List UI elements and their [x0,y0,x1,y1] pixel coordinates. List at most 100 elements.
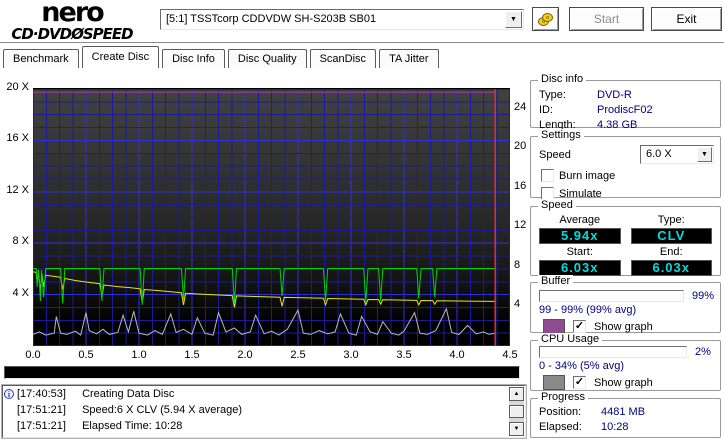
buffer-range: 99 - 99% (99% avg) [531,302,720,316]
start-button[interactable]: Start [569,7,644,31]
write-progress-fill [5,367,519,378]
burn-image-checkbox[interactable] [541,169,554,182]
topbar-divider [0,42,724,44]
buffer-percent: 99% [692,290,714,302]
elapsed-label: Elapsed: [539,421,601,433]
log-time: [17:40:53] [17,386,71,402]
log-text: Elapsed Time: 10:28 [82,420,182,432]
tab-disc-info[interactable]: Disc Info [162,49,225,68]
disc-info-title: Disc info [538,73,586,85]
speed-start-value: 6.03x [539,260,621,276]
series-write-speed [33,269,495,305]
y-axis-left-label: 8 X [0,235,29,247]
tab-create-disc[interactable]: Create Disc [82,46,159,68]
nero-cd-dvd-speed-window: nero CD·DVDØSPEED [5:1] TSSTcorp CDDVDW … [0,0,724,441]
cpu-range: 0 - 34% (5% avg) [531,358,720,372]
settings-group: Settings Speed 6.0 X ▼ Burn image Simula… [530,136,721,198]
buffer-title: Buffer [538,275,573,287]
settings-title: Settings [538,129,584,141]
speed-type-value: CLV [631,228,713,244]
y-axis-left-label: 4 X [0,287,29,299]
cpu-bar [539,346,687,358]
log-time: [17:51:21] [17,418,71,434]
nero-logo: nero CD·DVDØSPEED [2,1,142,43]
series-cpu-usage [33,309,495,335]
log-time: [17:51:21] [17,402,71,418]
speed-end-label: End: [631,246,713,258]
disc-options-button[interactable] [532,7,559,31]
tab-scandisc[interactable]: ScanDisc [310,49,376,68]
elapsed-value: 10:28 [601,421,720,433]
disc-id-label: ID: [539,104,597,116]
cpu-show-graph-label: Show graph [594,377,653,389]
drive-select-combo[interactable]: [5:1] TSSTcorp CDDVDW SH-S203B SB01 ▼ [160,9,524,30]
exit-button[interactable]: Exit [651,7,722,31]
buffer-show-graph-checkbox[interactable]: ✓ [573,320,586,333]
x-axis-label: 2.0 [233,349,257,361]
y-axis-left-label: 20 X [0,81,29,93]
info-icon: i [4,389,14,399]
position-label: Position: [539,406,601,418]
tab-ta-jitter[interactable]: TA Jitter [379,49,439,68]
x-axis-label: 1.0 [127,349,151,361]
cpu-percent: 2% [695,346,711,358]
speed-average-label: Average [539,214,621,226]
progress-title: Progress [538,391,588,403]
drive-select-value: [5:1] TSSTcorp CDDVDW SH-S203B SB01 [166,13,496,25]
cpu-show-graph-checkbox[interactable]: ✓ [573,376,586,389]
speed-select-combo[interactable]: 6.0 X ▼ [640,145,714,164]
cpu-color-swatch[interactable] [543,375,565,390]
log-line: i [17:40:53] Creating Data Disc [3,386,525,402]
scroll-down-icon[interactable]: ▼ [509,422,524,436]
disc-glyph: Ø [71,25,83,43]
x-axis-label: 1.5 [180,349,204,361]
write-progress-bar [4,366,520,379]
y-axis-left-label: 16 X [0,132,29,144]
simulate-label: Simulate [559,188,602,200]
speed-type-label: Type: [631,214,713,226]
x-axis-label: 0.5 [74,349,98,361]
disc-type-label: Type: [539,89,597,101]
speed-average-value: 5.94x [539,228,621,244]
position-value: 4481 MB [601,406,720,418]
scroll-up-icon[interactable]: ▲ [509,387,524,401]
tab-benchmark[interactable]: Benchmark [3,49,79,68]
burn-image-label: Burn image [559,170,615,182]
disc-info-group: Disc info Type: DVD-R ID: ProdiscF02 Len… [530,80,721,128]
nero-logo-text: nero [2,1,142,25]
log-text: Creating Data Disc [82,388,174,400]
scrollbar-thumb[interactable] [509,405,524,418]
speed-group: Speed Average Type: 5.94x CLV Start: End… [530,206,721,276]
speed-select-label: Speed [539,149,640,161]
chevron-down-icon[interactable]: ▼ [505,11,522,28]
cpu-usage-title: CPU Usage [538,333,602,345]
log-line: [17:51:21] Elapsed Time: 10:28 [3,418,525,434]
log-text: Speed:6 X CLV (5.94 X average) [82,404,242,416]
cddvdspeed-logo-text: CD·DVDØSPEED [2,25,142,43]
disc-type-value: DVD-R [597,89,720,101]
buffer-show-graph-label: Show graph [594,321,653,333]
discs-icon [538,13,554,27]
progress-group: Progress Position: 4481 MB Elapsed: 10:2… [530,398,721,438]
log-line: [17:51:21] Speed:6 X CLV (5.94 X average… [3,402,525,418]
x-axis-label: 3.5 [392,349,416,361]
chevron-down-icon[interactable]: ▼ [697,147,712,162]
log-scrollbar[interactable]: ▲ ▼ [509,387,524,436]
chart-region: 20 X16 X12 X8 X4 X24201612840.00.51.01.5… [0,70,530,388]
speed-start-label: Start: [539,246,621,258]
x-axis-label: 0.0 [21,349,45,361]
buffer-group: Buffer 99% 99 - 99% (99% avg) ✓ Show gra… [530,282,721,333]
tab-disc-quality[interactable]: Disc Quality [228,49,307,68]
log-box: i [17:40:53] Creating Data Disc [17:51:2… [2,385,526,438]
cpu-usage-group: CPU Usage 2% 0 - 34% (5% avg) ✓ Show gra… [530,340,721,391]
disc-id-value: ProdiscF02 [597,104,720,116]
x-axis-label: 2.5 [286,349,310,361]
x-axis-label: 3.0 [339,349,363,361]
buffer-color-swatch[interactable] [543,319,565,334]
speed-select-value: 6.0 X [646,148,672,160]
speed-end-value: 6.03x [631,260,713,276]
x-axis-label: 4.5 [498,349,522,361]
speed-title: Speed [538,199,576,211]
x-axis-label: 4.0 [445,349,469,361]
disc-length-value: 4.38 GB [597,119,720,131]
